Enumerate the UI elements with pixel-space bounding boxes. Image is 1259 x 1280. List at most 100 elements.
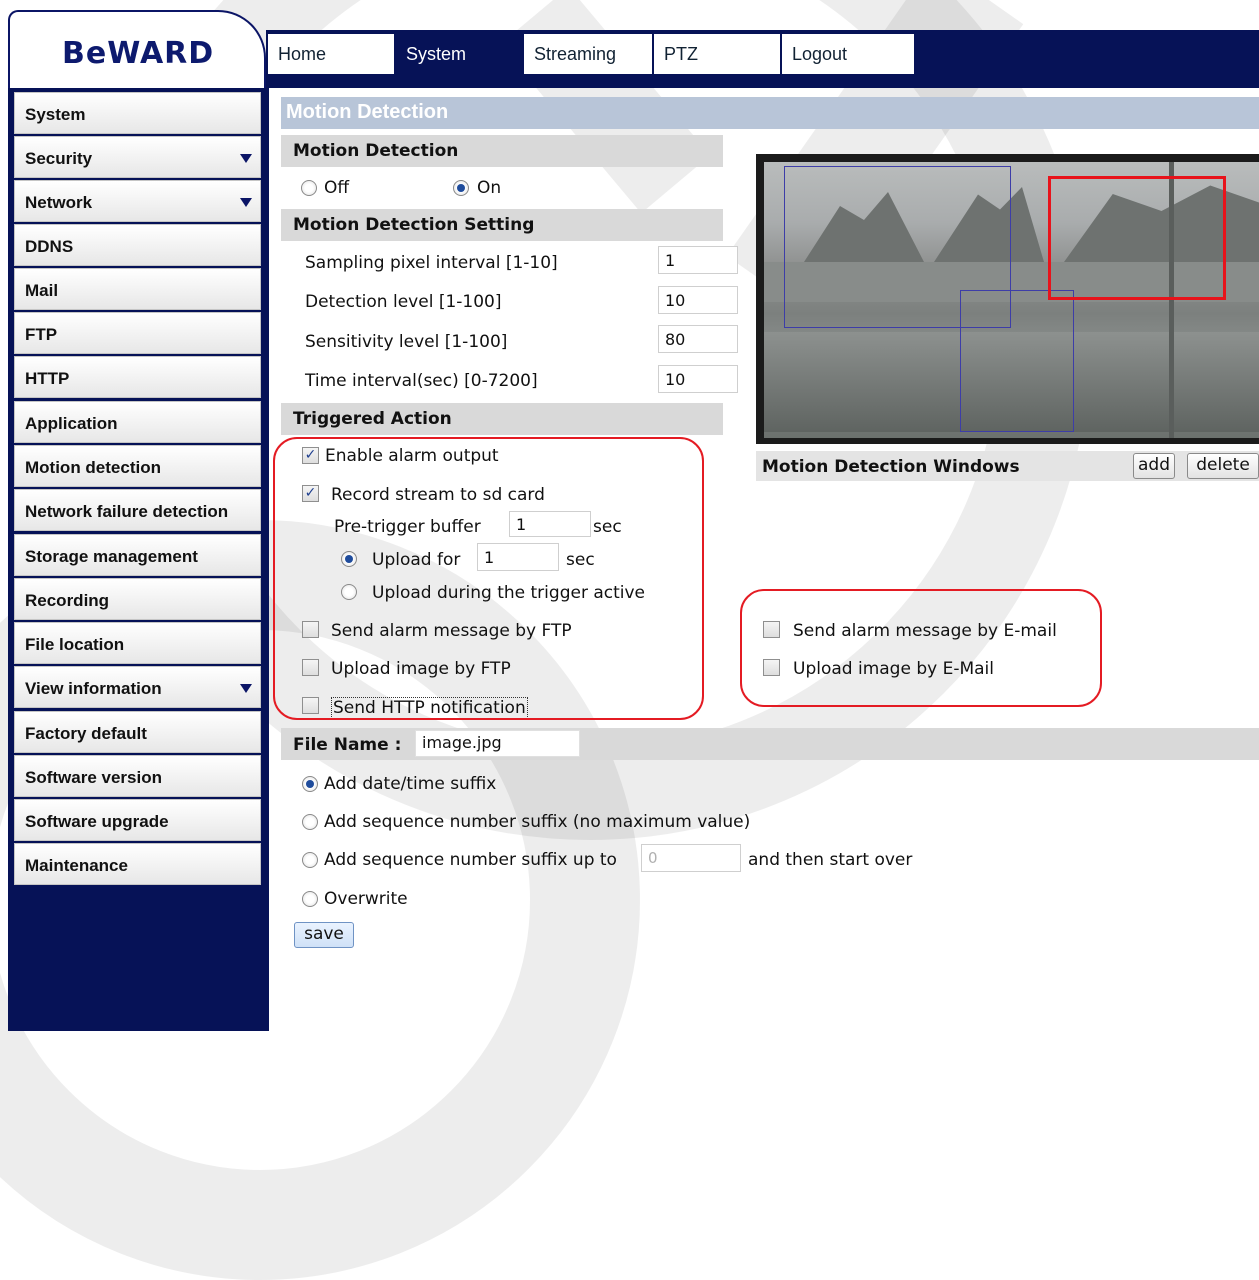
tab-logout[interactable]: Logout <box>782 34 914 74</box>
time-interval-input[interactable]: 10 <box>658 365 738 393</box>
http-notify-label: Send HTTP notification <box>331 697 528 719</box>
sidebar-item-ddns[interactable]: DDNS <box>14 224 261 266</box>
sidebar-item-label: Software upgrade <box>25 812 169 831</box>
sidebar-item-ftp[interactable]: FTP <box>14 312 261 354</box>
sensitivity-level-input[interactable]: 80 <box>658 325 738 353</box>
motion-off-radio[interactable] <box>301 180 317 196</box>
brand-logo: BeWARD <box>62 36 215 71</box>
motion-detection-heading: Motion Detection <box>281 135 723 167</box>
sidebar-item-network[interactable]: Network <box>14 180 261 222</box>
ftp-image-checkbox[interactable] <box>302 659 319 676</box>
sidebar-item-label: DDNS <box>25 237 74 256</box>
enable-alarm-label: Enable alarm output <box>325 446 499 466</box>
suffix-sequence-label: Add sequence number suffix (no maximum v… <box>324 812 751 832</box>
sampling-interval-label: Sampling pixel interval [1-10] <box>305 253 558 273</box>
sidebar-item-label: Software version <box>25 768 162 787</box>
caret-down-icon <box>240 684 252 693</box>
motion-setting-heading: Motion Detection Setting <box>281 209 723 241</box>
overwrite-radio[interactable] <box>302 891 318 907</box>
caret-down-icon <box>240 154 252 163</box>
upload-for-input[interactable]: 1 <box>477 543 559 571</box>
sidebar-item-file-location[interactable]: File location <box>14 622 261 664</box>
ftp-alarm-label: Send alarm message by FTP <box>331 621 572 641</box>
sidebar-item-label: View information <box>25 679 162 698</box>
sequence-max-input[interactable]: 0 <box>641 844 741 872</box>
pretrigger-unit: sec <box>593 517 622 537</box>
sidebar-item-network-failure-detection[interactable]: Network failure detection <box>14 489 261 531</box>
caret-down-icon <box>240 198 252 207</box>
sidebar-item-maintenance[interactable]: Maintenance <box>14 843 261 885</box>
upload-for-unit: sec <box>566 550 595 570</box>
sidebar-item-software-version[interactable]: Software version <box>14 755 261 797</box>
tab-home[interactable]: Home <box>268 34 394 74</box>
pretrigger-label: Pre-trigger buffer <box>334 517 481 537</box>
record-sd-label: Record stream to sd card <box>331 485 545 505</box>
motion-windows-panel: Motion Detection Windows <box>756 451 1259 481</box>
file-name-label: File Name : <box>293 735 402 755</box>
sidebar-item-recording[interactable]: Recording <box>14 578 261 620</box>
upload-for-radio[interactable] <box>341 551 357 567</box>
sidebar-item-label: File location <box>25 635 125 654</box>
sidebar-item-label: Recording <box>25 591 110 610</box>
sidebar-item-view-information[interactable]: View information <box>14 666 261 708</box>
motion-window-selected[interactable] <box>1048 176 1226 300</box>
sidebar-item-label: Factory default <box>25 724 147 743</box>
upload-during-radio[interactable] <box>341 584 357 600</box>
sidebar-item-http[interactable]: HTTP <box>14 356 261 398</box>
suffix-datetime-label: Add date/time suffix <box>324 774 497 794</box>
file-name-input[interactable]: image.jpg <box>415 730 580 757</box>
time-interval-label: Time interval(sec) [0-7200] <box>305 371 538 391</box>
motion-on-label: On <box>477 178 502 198</box>
motion-windows-label: Motion Detection Windows <box>762 457 1020 477</box>
highlight-outline-right <box>740 589 1102 707</box>
sidebar-item-application[interactable]: Application <box>14 401 261 443</box>
tab-system[interactable]: System <box>396 34 522 74</box>
email-alarm-checkbox[interactable] <box>763 621 780 638</box>
enable-alarm-checkbox[interactable]: ✓ <box>302 447 319 464</box>
sidebar-item-system[interactable]: System <box>14 92 261 134</box>
motion-on-radio[interactable] <box>453 180 469 196</box>
sidebar-item-mail[interactable]: Mail <box>14 268 261 310</box>
sidebar-item-label: Security <box>25 149 93 168</box>
ftp-alarm-checkbox[interactable] <box>302 621 319 638</box>
overwrite-label: Overwrite <box>324 889 408 909</box>
suffix-sequence-radio[interactable] <box>302 814 318 830</box>
upload-for-label: Upload for <box>372 550 461 570</box>
record-sd-checkbox[interactable]: ✓ <box>302 485 319 502</box>
sidebar-item-motion-detection[interactable]: Motion detection <box>14 445 261 487</box>
sidebar-item-label: Mail <box>25 281 59 300</box>
tab-ptz[interactable]: PTZ <box>654 34 780 74</box>
sidebar-item-label: Storage management <box>25 547 198 566</box>
tab-streaming[interactable]: Streaming <box>524 34 652 74</box>
detection-level-label: Detection level [1-100] <box>305 292 502 312</box>
sidebar-item-label: Motion detection <box>25 458 161 477</box>
suffix-sequence-upto-label: Add sequence number suffix up to <box>324 850 617 870</box>
delete-window-button[interactable]: delete <box>1187 453 1259 479</box>
email-image-checkbox[interactable] <box>763 659 780 676</box>
sidebar-item-label: Network failure detection <box>25 502 229 521</box>
email-image-label: Upload image by E-Mail <box>793 659 994 679</box>
sidebar-item-label: HTTP <box>25 369 70 388</box>
suffix-datetime-radio[interactable] <box>302 776 318 792</box>
sidebar-item-label: Maintenance <box>25 856 128 875</box>
logo-tab: BeWARD <box>8 10 266 90</box>
pretrigger-input[interactable]: 1 <box>509 511 591 537</box>
page-title: Motion Detection <box>281 97 1259 129</box>
sampling-interval-input[interactable]: 1 <box>658 246 738 274</box>
upload-during-label: Upload during the trigger active <box>372 583 646 603</box>
sidebar-item-label: FTP <box>25 325 58 344</box>
detection-level-input[interactable]: 10 <box>658 286 738 314</box>
sidebar-item-storage-management[interactable]: Storage management <box>14 534 261 576</box>
camera-preview <box>756 154 1259 444</box>
http-notify-checkbox[interactable] <box>302 697 319 714</box>
sidebar-item-security[interactable]: Security <box>14 136 261 178</box>
sidebar-item-label: System <box>25 105 86 124</box>
save-button[interactable]: save <box>294 922 354 948</box>
sidebar-item-factory-default[interactable]: Factory default <box>14 711 261 753</box>
sidebar-item-software-upgrade[interactable]: Software upgrade <box>14 799 261 841</box>
header: BeWARD Home System Streaming PTZ Logout <box>0 0 1259 90</box>
add-window-button[interactable]: add <box>1133 453 1175 479</box>
sensitivity-level-label: Sensitivity level [1-100] <box>305 332 508 352</box>
suffix-sequence-upto-radio[interactable] <box>302 852 318 868</box>
motion-window-2[interactable] <box>960 290 1074 432</box>
